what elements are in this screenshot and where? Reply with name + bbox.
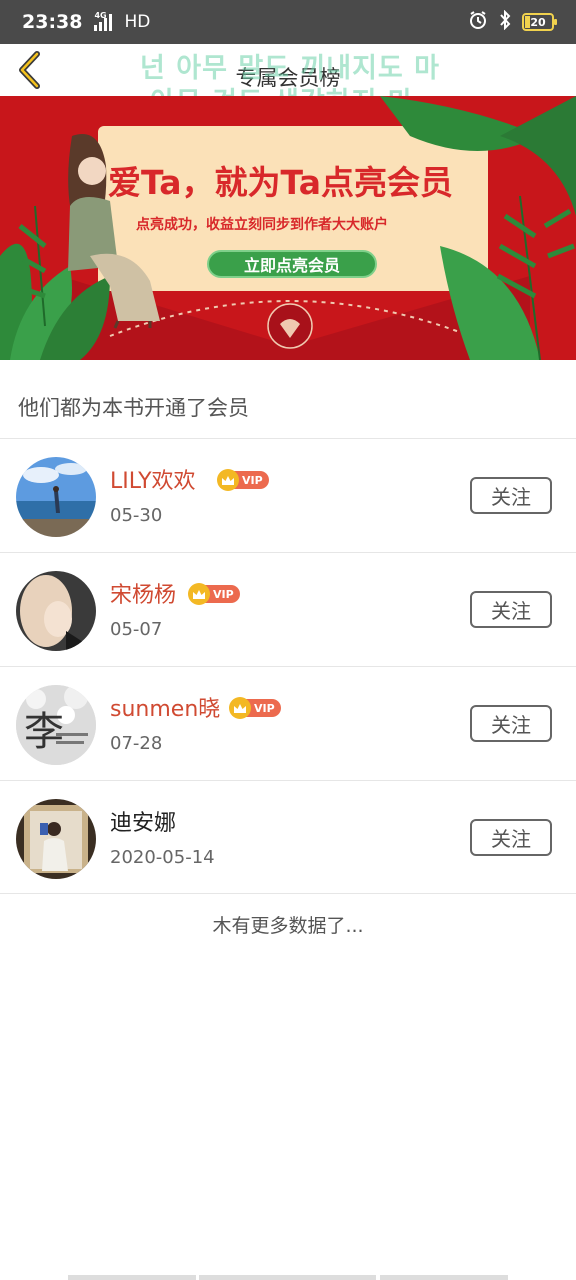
battery-level: 20	[530, 15, 546, 29]
avatar[interactable]	[16, 457, 96, 537]
follow-button[interactable]: 关注	[470, 591, 552, 628]
page-title: 专属会员榜	[235, 66, 341, 90]
vip-badge: VIP	[217, 469, 269, 491]
member-list-item[interactable]: 宋杨杨 VIP 05-07 关注	[0, 553, 576, 666]
member-name[interactable]: 迪安娜	[110, 805, 176, 837]
avatar[interactable]	[16, 571, 96, 651]
member-date: 07-28	[110, 733, 163, 754]
status-left: 23:38 4G HD	[22, 11, 150, 33]
battery-icon: 20	[522, 13, 557, 31]
promo-banner[interactable]: 爱Ta，就为Ta点亮会员 点亮成功，收益立刻同步到作者大大账户 立即点亮会员	[0, 96, 576, 360]
follow-button[interactable]: 关注	[470, 477, 552, 514]
header: 专属会员榜	[0, 44, 576, 96]
member-list-item[interactable]: 迪安娜 2020-05-14 关注	[0, 781, 576, 894]
member-list-item[interactable]: 李 sunmen晓 VIP 07-28 关注	[0, 667, 576, 780]
signal-icon: 4G	[94, 11, 113, 31]
divider	[0, 893, 576, 894]
vip-badge: VIP	[188, 583, 240, 605]
follow-button[interactable]: 关注	[470, 705, 552, 742]
member-list-item[interactable]: LILY欢欢 VIP 05-30 关注	[0, 439, 576, 552]
network-type: 4G	[94, 11, 107, 20]
member-name[interactable]: 宋杨杨	[110, 577, 176, 609]
member-name[interactable]: LILY欢欢	[110, 463, 196, 495]
banner-headline: 爱Ta，就为Ta点亮会员	[108, 163, 454, 202]
status-right: 20	[468, 9, 557, 34]
status-time: 23:38	[22, 11, 83, 33]
crown-icon	[188, 583, 210, 605]
status-bar: 23:38 4G HD 20	[0, 0, 576, 44]
avatar[interactable]: 李	[16, 685, 96, 765]
section-title: 他们都为本书开通了会员	[18, 396, 249, 420]
alarm-icon	[468, 10, 488, 34]
avatar[interactable]	[16, 799, 96, 879]
bottom-scroll-indicator	[0, 1275, 576, 1280]
follow-button[interactable]: 关注	[470, 819, 552, 856]
member-date: 05-30	[110, 505, 163, 526]
member-date: 2020-05-14	[110, 847, 215, 868]
vip-badge: VIP	[229, 697, 281, 719]
member-name[interactable]: sunmen晓	[110, 691, 220, 723]
hd-indicator: HD	[124, 12, 151, 32]
activate-membership-button[interactable]: 立即点亮会员	[207, 250, 377, 278]
crown-icon	[217, 469, 239, 491]
crown-icon	[229, 697, 251, 719]
banner-subtitle: 点亮成功，收益立刻同步到作者大大账户	[136, 217, 388, 233]
bluetooth-icon	[496, 9, 514, 34]
no-more-data-text: 木有更多数据了...	[212, 915, 364, 937]
avatar-text: 李	[24, 709, 64, 755]
member-date: 05-07	[110, 619, 163, 640]
